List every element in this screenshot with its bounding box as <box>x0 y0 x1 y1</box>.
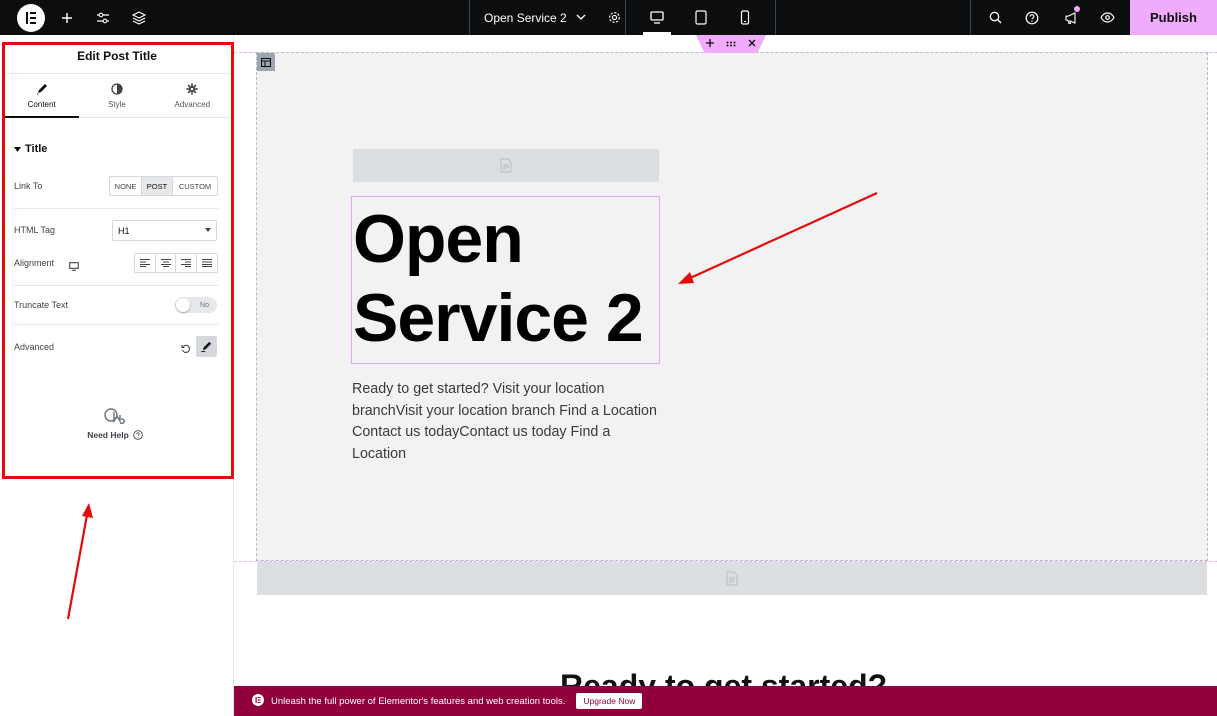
truncate-state: No <box>200 301 209 309</box>
chevron-down-icon <box>576 14 586 21</box>
document-icon <box>500 158 512 173</box>
html-tag-label: HTML Tag <box>14 225 56 235</box>
publish-button[interactable]: Publish <box>1130 0 1217 35</box>
tab-style-label: Style <box>108 99 126 109</box>
toggle-knob <box>176 298 190 312</box>
delete-section-icon[interactable] <box>748 38 756 50</box>
advanced-label: Advanced <box>14 342 55 352</box>
link-to-option-post[interactable]: POST <box>142 177 173 195</box>
divider <box>14 285 218 286</box>
section-handle <box>696 35 766 53</box>
align-center-icon[interactable] <box>156 254 176 272</box>
tab-style[interactable]: Style <box>79 74 154 117</box>
site-settings-icon[interactable] <box>92 0 114 35</box>
align-left-icon[interactable] <box>135 254 156 272</box>
html-tag-select[interactable]: H1 <box>112 220 217 241</box>
edit-advanced-button[interactable] <box>196 336 217 357</box>
document-title-dropdown[interactable]: Open Service 2 <box>469 0 626 35</box>
drag-handle-icon[interactable] <box>726 38 736 50</box>
banner-text: Unleash the full power of Elementor's fe… <box>271 695 566 707</box>
alignment-label: Alignment <box>14 258 55 268</box>
preview-icon[interactable] <box>1097 0 1117 35</box>
document-title: Open Service 2 <box>484 10 567 25</box>
reset-icon[interactable] <box>181 341 191 359</box>
need-help-label: Need Help <box>87 430 129 440</box>
notification-dot <box>1074 6 1080 12</box>
help-icon[interactable] <box>1022 0 1042 35</box>
gear-icon <box>186 83 198 97</box>
desktop-icon[interactable] <box>635 0 679 35</box>
alignment-control <box>134 253 218 273</box>
truncate-toggle[interactable]: No <box>175 297 217 313</box>
column-handle-icon[interactable] <box>257 53 275 71</box>
post-title-heading[interactable]: Open Service 2 <box>353 200 673 358</box>
caret-down-icon <box>14 146 21 152</box>
help-icon <box>133 430 143 440</box>
panel-header-title: Edit Post Title <box>4 39 230 74</box>
link-to-control: NONE POST CUSTOM <box>109 176 218 196</box>
select-caret-icon <box>205 228 211 232</box>
image-placeholder[interactable] <box>257 562 1207 595</box>
link-to-option-custom[interactable]: CUSTOM <box>173 177 217 195</box>
divider <box>14 208 218 209</box>
editor-panel <box>0 35 234 716</box>
elementor-logo-icon <box>252 693 264 709</box>
help-hub-icon <box>104 408 125 424</box>
page-settings-icon[interactable] <box>608 11 621 24</box>
add-section-icon[interactable] <box>706 38 714 50</box>
upgrade-now-button[interactable]: Upgrade Now <box>576 693 643 709</box>
link-to-option-none[interactable]: NONE <box>110 177 142 195</box>
document-icon <box>726 571 738 586</box>
section-toggle-title[interactable]: Title <box>14 143 47 155</box>
search-icon[interactable] <box>985 0 1005 35</box>
panel-tabs: Content Style Advanced <box>4 74 230 118</box>
html-tag-value: H1 <box>118 225 130 236</box>
half-circle-icon <box>111 82 123 97</box>
topbar-tools <box>970 0 1130 35</box>
tab-advanced-label: Advanced <box>174 99 211 109</box>
need-help-link[interactable]: Need Help <box>60 406 170 440</box>
truncate-label: Truncate Text <box>14 300 69 310</box>
tab-advanced[interactable]: Advanced <box>155 74 230 117</box>
section-title-label: Title <box>25 143 48 155</box>
responsive-mode-switcher <box>626 0 776 35</box>
align-right-icon[interactable] <box>176 254 197 272</box>
divider <box>14 324 218 325</box>
tab-content-label: Content <box>27 99 56 109</box>
top-bar: Open Service 2 Publish <box>0 0 1217 35</box>
elementor-logo[interactable] <box>17 4 45 32</box>
align-justify-icon[interactable] <box>197 254 217 272</box>
desktop-icon[interactable] <box>69 258 79 276</box>
pencil-icon <box>201 341 212 352</box>
mobile-icon[interactable] <box>723 0 767 35</box>
tab-content[interactable]: Content <box>4 74 80 118</box>
tablet-icon[interactable] <box>679 0 723 35</box>
pencil-icon <box>36 83 48 97</box>
add-element-icon[interactable] <box>56 0 78 35</box>
upgrade-banner: Unleash the full power of Elementor's fe… <box>234 686 1217 716</box>
structure-icon[interactable] <box>128 0 150 35</box>
body-text: Ready to get started? Visit your locatio… <box>352 381 657 463</box>
image-placeholder[interactable] <box>353 149 659 182</box>
link-to-label: Link To <box>14 181 43 191</box>
